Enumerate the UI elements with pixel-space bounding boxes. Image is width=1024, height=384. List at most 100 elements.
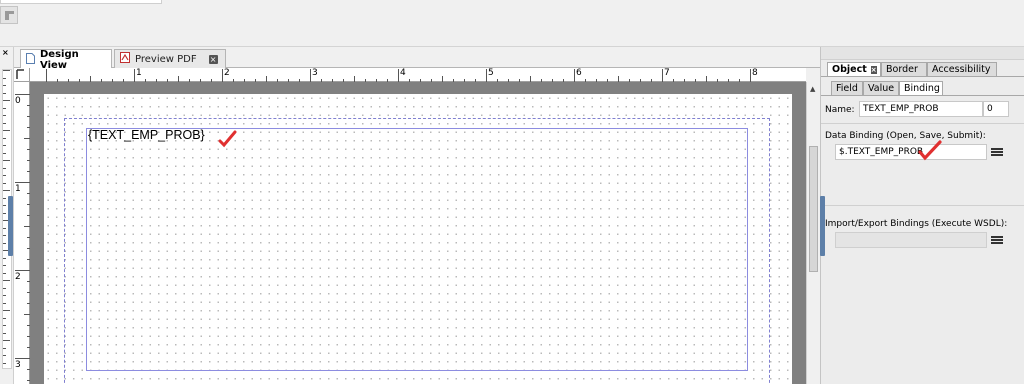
- ruler-label: 0: [15, 96, 21, 106]
- view-tabbar: Design View Preview PDF ×: [14, 47, 820, 71]
- document-icon: [26, 52, 35, 67]
- ruler-tick: [662, 69, 663, 82]
- ruler-tick: [310, 69, 311, 82]
- ruler-tick: [3, 362, 6, 364]
- ruler-tick: [486, 69, 487, 82]
- tab-label: Preview PDF: [135, 53, 197, 65]
- tab-label: Object: [832, 64, 867, 75]
- object-panel: Object × Border Accessibility Field Valu…: [820, 47, 1024, 384]
- scroll-up-arrow-icon[interactable]: ▲: [810, 85, 815, 93]
- ruler-label: 6: [576, 68, 582, 78]
- tab-preview-pdf[interactable]: Preview PDF ×: [114, 49, 226, 68]
- ruler-tick: [3, 242, 6, 244]
- import-export-menu-icon[interactable]: [991, 236, 1003, 246]
- tab-divider: [821, 76, 1024, 77]
- close-icon[interactable]: ×: [870, 65, 877, 74]
- ruler-tick: [15, 182, 30, 183]
- ruler-label: 1: [15, 184, 21, 194]
- tab-design-view[interactable]: Design View: [20, 49, 112, 71]
- subtab-binding[interactable]: Binding: [899, 81, 943, 95]
- ruler-label: 3: [312, 68, 318, 78]
- ruler-tick: [3, 175, 6, 176]
- vertical-scrollbar[interactable]: ▲: [806, 82, 820, 384]
- ruler-tick: [3, 137, 6, 139]
- horizontal-ruler: 1 2 3 4 5 6 7 8: [30, 68, 806, 82]
- data-binding-field[interactable]: $.TEXT_EMP_PROB: [835, 144, 987, 160]
- ruler-tick: [3, 310, 10, 311]
- name-index-field[interactable]: 0: [983, 101, 1009, 117]
- ruler-tick: [3, 100, 10, 101]
- import-export-label: Import/Export Bindings (Execute WSDL):: [825, 219, 1008, 229]
- ruler-tick: [398, 69, 399, 82]
- ruler-tick: [3, 302, 6, 304]
- text-emp-prob-field[interactable]: {TEXT_EMP_PROB}: [88, 128, 205, 142]
- ruler-tick: [3, 152, 6, 154]
- ruler-tick: [3, 212, 6, 214]
- ruler-tick: [3, 145, 6, 146]
- ruler-corner: [14, 68, 30, 82]
- tab-border[interactable]: Border: [881, 62, 927, 76]
- name-field[interactable]: TEXT_EMP_PROB: [859, 101, 983, 117]
- tab-label: Border: [886, 64, 918, 75]
- content-area[interactable]: [86, 128, 748, 371]
- ruler-tick: [15, 358, 30, 359]
- ruler-label: 1: [136, 68, 142, 78]
- tab-accessibility[interactable]: Accessibility: [927, 62, 997, 76]
- ruler-tick: [3, 355, 6, 356]
- ruler-tick: [3, 265, 6, 266]
- subtab-value[interactable]: Value: [863, 81, 899, 95]
- close-icon[interactable]: ×: [2, 48, 9, 57]
- top-toolbar: [0, 0, 1024, 47]
- close-icon[interactable]: ×: [208, 54, 218, 64]
- ruler-tick: [3, 182, 6, 184]
- ruler-tick: [3, 317, 6, 319]
- ruler-label: 7: [664, 68, 670, 78]
- ruler-tick: [3, 347, 6, 349]
- binding-menu-icon[interactable]: [991, 148, 1003, 158]
- ruler-tick: [3, 190, 10, 191]
- ruler-tick: [3, 325, 6, 326]
- ruler-label: 5: [488, 68, 494, 78]
- data-binding-label: Data Binding (Open, Save, Submit):: [825, 131, 986, 141]
- toolbar-field[interactable]: [0, 0, 162, 4]
- ruler-tick: [3, 340, 10, 341]
- ruler-label: 3: [15, 360, 21, 370]
- ruler-tick: [15, 270, 30, 271]
- ruler-tick: [3, 92, 6, 94]
- design-canvas[interactable]: {TEXT_EMP_PROB}: [30, 82, 806, 384]
- scrollbar-thumb[interactable]: [809, 146, 818, 272]
- ruler-tick: [15, 94, 30, 95]
- ruler-tick: [3, 280, 10, 281]
- tab-label: Binding: [904, 83, 940, 94]
- ruler-tick: [3, 115, 6, 116]
- tab-object[interactable]: Object ×: [827, 62, 881, 76]
- ruler-tick: [3, 332, 6, 334]
- vertical-ruler: 0 1 2 3: [14, 82, 30, 384]
- checkmark-annotation-icon: [218, 130, 237, 148]
- name-label: Name:: [825, 105, 855, 115]
- ruler-tick: [3, 160, 10, 161]
- format-tool-button[interactable]: [0, 6, 18, 24]
- import-export-field[interactable]: [835, 232, 987, 248]
- tab-label: Value: [868, 83, 895, 94]
- section-divider: [821, 123, 1024, 124]
- ruler-tick: [3, 227, 6, 229]
- subtab-field[interactable]: Field: [831, 81, 863, 95]
- ruler-tick: [46, 69, 47, 82]
- ruler-label: 2: [15, 272, 21, 282]
- ruler-tick: [222, 69, 223, 82]
- form-page[interactable]: {TEXT_EMP_PROB}: [44, 94, 792, 384]
- panel-header-strip: [821, 47, 1024, 60]
- tab-label: Accessibility: [932, 64, 991, 75]
- ruler-label: 8: [752, 68, 758, 78]
- ruler-label: 4: [400, 68, 406, 78]
- left-panel-collapse-handle[interactable]: [8, 196, 13, 256]
- ruler-tick: [3, 235, 6, 236]
- ruler-tick: [750, 69, 751, 82]
- ruler-label: 2: [224, 68, 230, 78]
- ruler-tick: [3, 295, 6, 296]
- section-divider: [821, 205, 1024, 206]
- subtab-divider: [821, 95, 1024, 96]
- right-panel-collapse-handle[interactable]: [820, 196, 825, 256]
- ruler-tick: [3, 107, 6, 109]
